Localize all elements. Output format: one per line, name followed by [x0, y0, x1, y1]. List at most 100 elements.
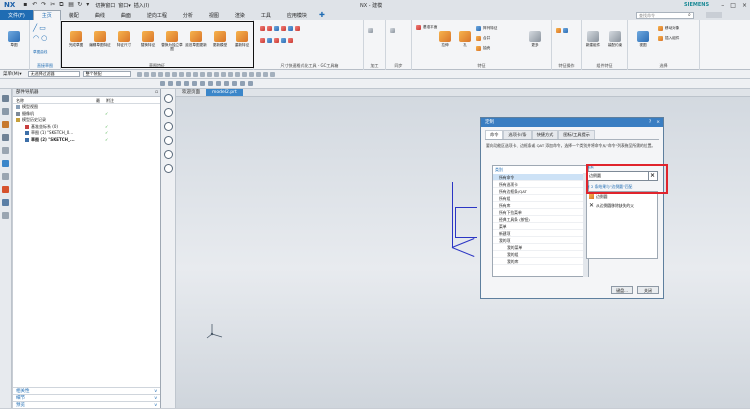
category-item[interactable]: 所有库: [493, 202, 588, 209]
snap-icon-6[interactable]: [171, 71, 177, 77]
view-icon-12[interactable]: [248, 81, 253, 86]
view-button[interactable]: 视图: [632, 31, 654, 47]
close-icon[interactable]: ×: [742, 2, 747, 9]
synchronous-icon[interactable]: [390, 28, 395, 33]
reuse-library-icon[interactable]: [2, 134, 9, 141]
snap-icon-15[interactable]: [234, 71, 240, 77]
rotate-view-icon[interactable]: [163, 136, 173, 145]
dim-tool-icon-7[interactable]: [260, 38, 265, 43]
tab-applications[interactable]: 应用模块: [279, 10, 315, 20]
dim-tool-icon-1[interactable]: [260, 26, 265, 31]
menu-button[interactable]: 菜单(M)▾: [0, 71, 25, 77]
category-item[interactable]: 所有选项卡: [493, 181, 588, 188]
snap-icon-20[interactable]: [269, 71, 275, 77]
save-icon[interactable]: ▪: [23, 2, 29, 8]
dim-tool-icon-11[interactable]: [288, 38, 293, 43]
orient-view-icon[interactable]: [163, 122, 173, 131]
paste-icon[interactable]: ▤: [68, 2, 74, 8]
cancel-icon[interactable]: [163, 164, 173, 173]
category-item[interactable]: 我的菜单: [493, 244, 588, 251]
category-item[interactable]: 我的库: [493, 258, 588, 265]
web-browser-icon[interactable]: [2, 160, 9, 167]
insert-menu[interactable]: 插入(I): [134, 2, 149, 9]
category-item[interactable]: 经典工具条 (按钮): [493, 216, 588, 223]
col-latest[interactable]: 最: [93, 97, 103, 103]
process-studio-icon[interactable]: [2, 199, 9, 206]
col-note[interactable]: 附注: [103, 97, 114, 103]
snap-icon-17[interactable]: [248, 71, 254, 77]
copy-icon[interactable]: ⧉: [59, 2, 65, 8]
constraint-navigator-icon[interactable]: [2, 121, 9, 128]
switch-window-button[interactable]: 切换窗口: [95, 2, 115, 9]
minimize-icon[interactable]: –: [721, 2, 724, 9]
move-object-button[interactable]: 移动对象: [658, 26, 679, 31]
selection-filter-dropdown[interactable]: 无选择过滤器: [27, 71, 80, 77]
view-icon-4[interactable]: [184, 81, 189, 86]
category-item[interactable]: 所有边框条/QAT: [493, 188, 588, 195]
part-navigator-icon[interactable]: [2, 95, 9, 102]
snap-icon-18[interactable]: [255, 71, 261, 77]
dim-tool-icon-3[interactable]: [274, 26, 279, 31]
tree-row-sketch-2[interactable]: 草图 (2) "SKETCH_... ✓: [13, 137, 160, 144]
snap-icon-8[interactable]: [185, 71, 191, 77]
snap-icon-16[interactable]: [241, 71, 247, 77]
sketch-button[interactable]: 草图: [3, 31, 25, 47]
feature-ops-icon-2[interactable]: [563, 28, 568, 33]
navigator-pin-icon[interactable]: ▫: [155, 89, 158, 97]
hole-button[interactable]: 孔: [454, 31, 476, 47]
help-circle-icon[interactable]: [163, 108, 173, 117]
selection-scope-dropdown[interactable]: 整个装配: [82, 71, 131, 77]
snap-icon-2[interactable]: [143, 71, 149, 77]
view-icon-6[interactable]: [200, 81, 205, 86]
view-icon-3[interactable]: [176, 81, 181, 86]
dialog-close-icon[interactable]: ×: [656, 118, 660, 127]
view-icon-5[interactable]: [192, 81, 197, 86]
more-button[interactable]: 更多: [524, 31, 546, 47]
col-name[interactable]: 名称: [13, 97, 93, 103]
dialog-tab-commands[interactable]: 命令: [485, 130, 504, 139]
dialog-help-icon[interactable]: ?: [649, 118, 651, 127]
role-icon[interactable]: [2, 212, 9, 219]
category-item[interactable]: 菜单: [493, 223, 588, 230]
file-tab[interactable]: 文件(F): [0, 10, 33, 20]
circle-icon[interactable]: ○: [41, 34, 47, 42]
tab-assembly[interactable]: 装配: [61, 10, 87, 20]
category-item[interactable]: 所有组: [493, 195, 588, 202]
view-icon-7[interactable]: [208, 81, 213, 86]
category-item[interactable]: 我的组: [493, 251, 588, 258]
snap-icon-3[interactable]: [150, 71, 156, 77]
view-icon-11[interactable]: [240, 81, 245, 86]
dim-tool-icon-6[interactable]: [295, 26, 300, 31]
system-material-icon[interactable]: [2, 186, 9, 193]
render-style-icon[interactable]: [163, 150, 173, 159]
add-tab-icon[interactable]: ✚: [315, 10, 329, 20]
tab-analysis[interactable]: 分析: [175, 10, 201, 20]
snap-icon-9[interactable]: [192, 71, 198, 77]
assembly-navigator-icon[interactable]: [2, 108, 9, 115]
details-panel[interactable]: 细节: [13, 394, 160, 402]
tab-curve[interactable]: 曲线: [87, 10, 113, 20]
dim-tool-icon-10[interactable]: [281, 38, 286, 43]
search-icon[interactable]: ⌕: [688, 12, 691, 18]
feature-ops-icon-1[interactable]: [556, 28, 561, 33]
view-icon-2[interactable]: [168, 81, 173, 86]
history-icon[interactable]: [2, 173, 9, 180]
close-button[interactable]: 关闭: [637, 286, 659, 294]
view-icon-9[interactable]: [224, 81, 229, 86]
snap-icon-1[interactable]: [136, 71, 142, 77]
tab-model2-prt[interactable]: model2.prt: [206, 89, 243, 96]
dialog-tab-shortcuts[interactable]: 快捷方式: [531, 130, 559, 139]
repeat-icon[interactable]: ↻: [77, 2, 83, 8]
dropdown-icon[interactable]: ▾: [86, 2, 92, 8]
tab-welcome-page[interactable]: 欢迎页面: [176, 89, 206, 96]
tab-tools[interactable]: 工具: [253, 10, 279, 20]
snap-icon-5[interactable]: [164, 71, 170, 77]
shell-button[interactable]: 抽壳: [476, 46, 490, 51]
extrude-button[interactable]: 拉伸: [434, 31, 456, 47]
category-item[interactable]: 所有下拉菜单: [493, 209, 588, 216]
command-search-input[interactable]: 查找命令: [636, 12, 694, 19]
dim-tool-icon-5[interactable]: [288, 26, 293, 31]
machining-icon[interactable]: [368, 28, 373, 33]
rectangle-icon[interactable]: ▭: [39, 24, 46, 32]
category-item[interactable]: 我的项: [493, 237, 588, 244]
